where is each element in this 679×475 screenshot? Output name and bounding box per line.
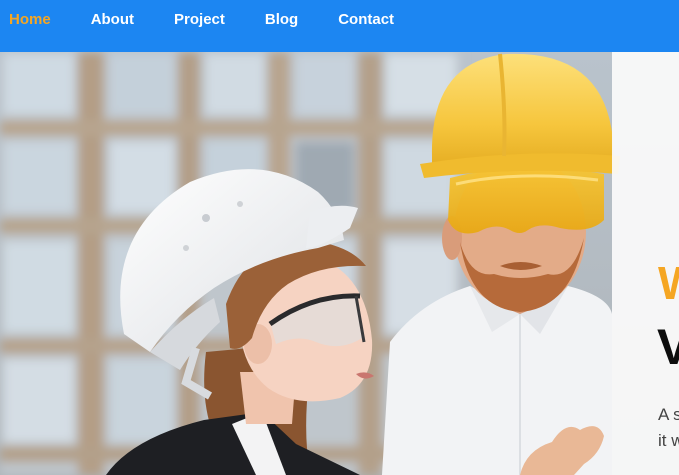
top-navbar: Home About Project Blog Contact bbox=[0, 0, 679, 52]
hero-description-line-1: A s bbox=[658, 405, 679, 424]
nav-item-blog[interactable]: Blog bbox=[265, 0, 298, 40]
hero-eyebrow: W bbox=[658, 260, 679, 306]
hero-background-image bbox=[0, 52, 679, 475]
nav-item-about[interactable]: About bbox=[91, 0, 134, 40]
hero-section: W V A s it w bbox=[0, 52, 679, 475]
nav-menu: Home About Project Blog Contact bbox=[0, 0, 679, 40]
nav-item-contact[interactable]: Contact bbox=[338, 0, 394, 40]
nav-item-home[interactable]: Home bbox=[9, 0, 51, 40]
nav-item-project[interactable]: Project bbox=[174, 0, 225, 40]
hero-description-line-2: it w bbox=[658, 431, 679, 450]
hero-title: V bbox=[657, 319, 679, 375]
hero-description: A s it w bbox=[658, 402, 679, 454]
